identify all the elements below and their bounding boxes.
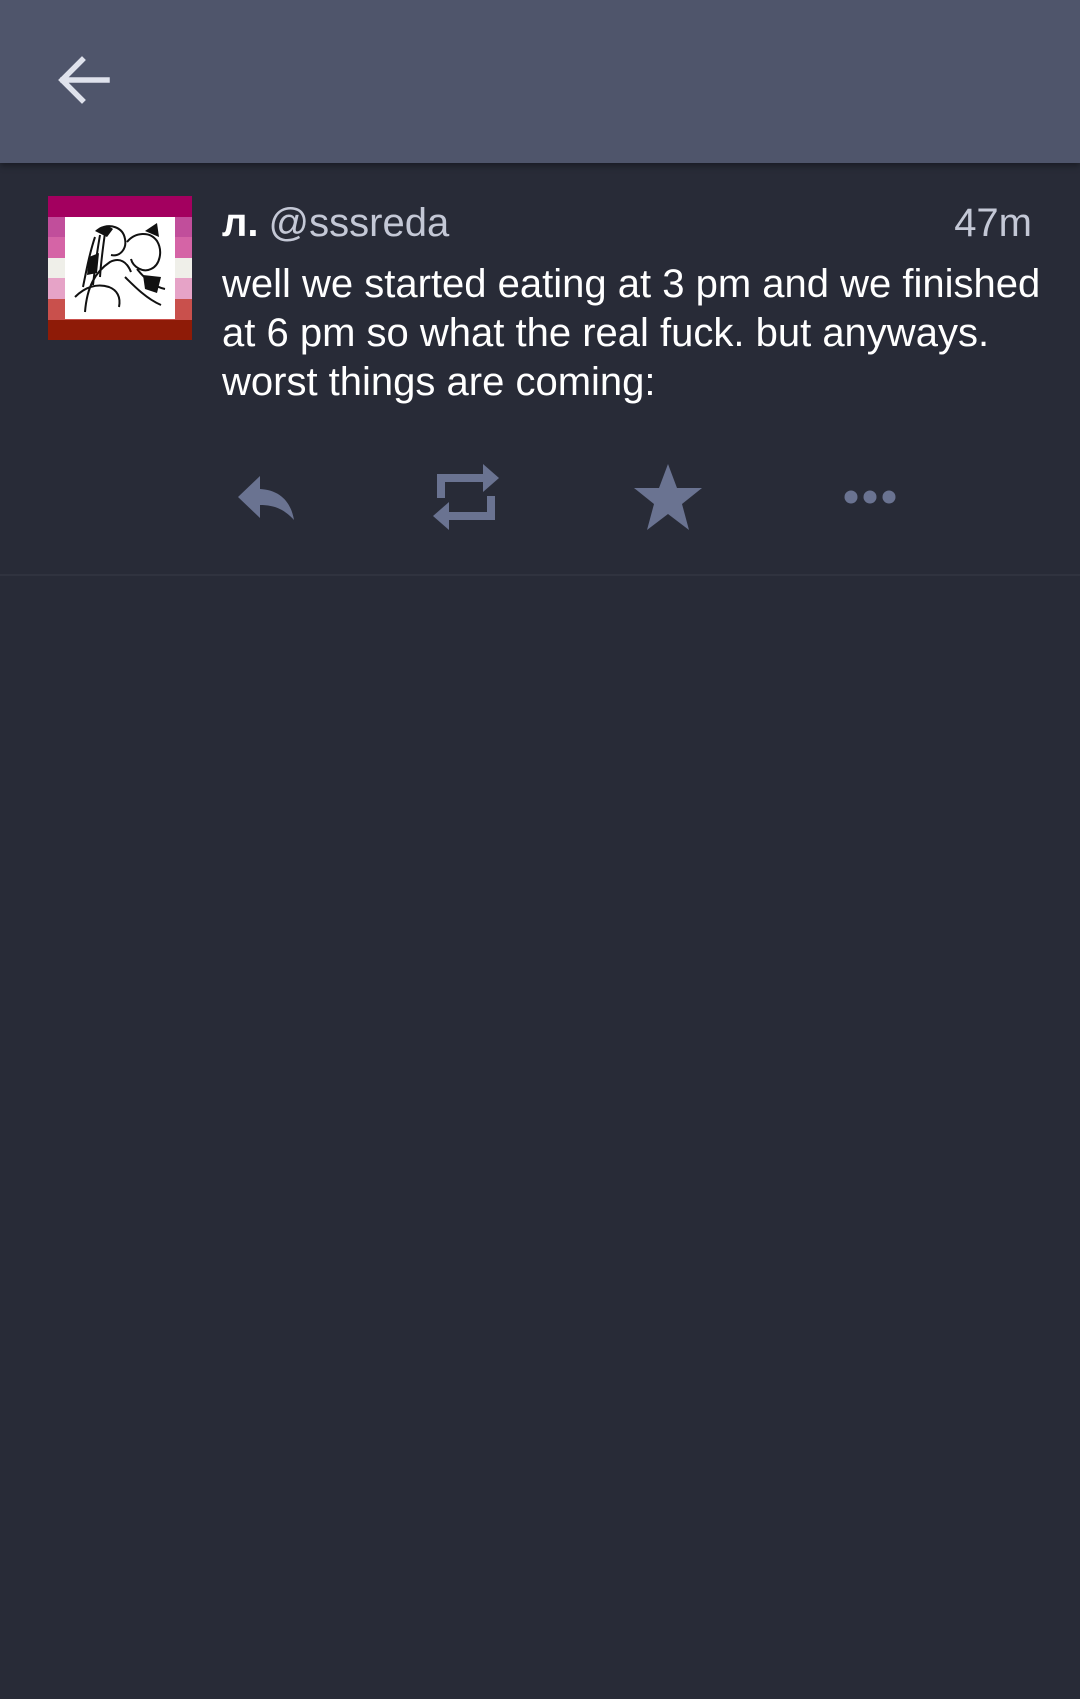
- arrow-left-icon: [58, 56, 110, 104]
- post-action-bar: [222, 455, 1032, 539]
- more-button[interactable]: [826, 455, 914, 539]
- avatar[interactable]: [48, 196, 192, 340]
- avatar-stripe: [48, 319, 192, 340]
- thread-empty-area: [0, 576, 1080, 1699]
- app-bar: [0, 0, 1080, 163]
- favourite-button[interactable]: [624, 455, 712, 539]
- star-icon: [634, 464, 702, 530]
- boost-button[interactable]: [422, 455, 510, 539]
- post-timestamp: 47m: [954, 201, 1032, 245]
- avatar-illustration: [74, 223, 166, 313]
- reply-icon: [238, 476, 294, 520]
- avatar-image: [65, 217, 175, 319]
- avatar-stripe: [48, 196, 192, 217]
- more-horizontal-icon: [844, 490, 896, 504]
- display-name[interactable]: л.: [222, 201, 259, 245]
- post-content: well we started eating at 3 pm and we fi…: [222, 262, 1041, 404]
- post-header: л. @sssreda 47m: [222, 195, 1032, 251]
- reply-button[interactable]: [222, 455, 310, 539]
- user-handle[interactable]: @sssreda: [269, 201, 450, 245]
- post[interactable]: л. @sssreda 47m well we started eating at…: [0, 163, 1080, 576]
- repeat-icon: [433, 464, 499, 530]
- back-button[interactable]: [48, 44, 120, 116]
